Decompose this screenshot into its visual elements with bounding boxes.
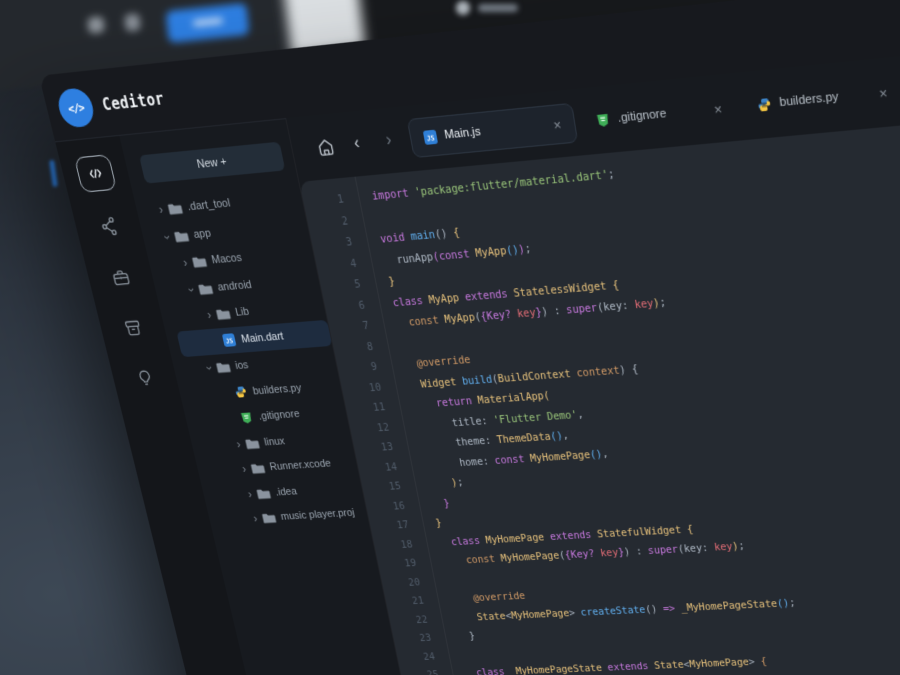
line-number: 21	[384, 592, 425, 612]
forward-button[interactable]: ›	[379, 130, 398, 151]
backdrop-text-blob	[478, 4, 518, 12]
line-number: 10	[340, 377, 383, 400]
git-file-icon	[595, 112, 610, 128]
back-button[interactable]: ‹	[347, 133, 366, 154]
code-text: }	[430, 631, 476, 644]
line-number: 18	[373, 535, 415, 556]
close-icon[interactable]: ×	[867, 84, 888, 103]
tree-item-label: Main.dart	[240, 330, 284, 345]
rail-item-code[interactable]	[74, 154, 117, 193]
indent-spacer	[227, 418, 239, 419]
line-number: 20	[380, 573, 421, 594]
git-branch-icon	[96, 214, 120, 237]
tree-item-label: Runner.xcode	[269, 458, 332, 473]
folder-icon	[214, 359, 232, 375]
folder-icon	[243, 436, 260, 451]
tree-item-label: ios	[234, 360, 249, 373]
folder-icon	[190, 254, 208, 270]
app-logo-icon: </>	[55, 87, 97, 129]
tab-label: Main.js	[443, 125, 481, 142]
code-icon	[83, 162, 108, 185]
rail-item-archive-box[interactable]	[114, 310, 152, 346]
line-number: 12	[348, 417, 391, 439]
tree-item-label: linux	[263, 435, 286, 448]
tree-item-label: .gitignore	[257, 408, 300, 422]
line-number: 25	[400, 666, 441, 675]
tree-item-label: builders.py	[252, 382, 303, 397]
tree-item-label: Lib	[234, 306, 250, 319]
rail-item-briefcase[interactable]	[101, 259, 140, 296]
editor-window: </> Ceditor New + ›.dart_tool›app›Macos›…	[39, 0, 900, 675]
folder-icon	[196, 280, 214, 296]
tree-item-label: android	[216, 279, 252, 294]
line-number: 16	[365, 496, 407, 518]
line-number: 24	[396, 647, 437, 667]
line-number: 9	[336, 357, 379, 380]
code-text: );	[400, 477, 465, 492]
python-file-icon	[232, 384, 250, 400]
js-file-icon: JS	[220, 332, 238, 348]
folder-icon	[254, 486, 271, 501]
tree-item-label: .dart_tool	[186, 197, 231, 213]
code-text: }	[403, 497, 450, 511]
line-number: 23	[392, 629, 433, 649]
line-number: 17	[369, 516, 411, 537]
screenshot-root: </> Ceditor New + ›.dart_tool›app›Macos›…	[0, 0, 900, 675]
home-button[interactable]	[309, 131, 342, 164]
tab-builders-py[interactable]: builders.py ×	[741, 70, 900, 126]
close-icon[interactable]: ×	[542, 116, 562, 134]
folder-icon	[214, 306, 232, 322]
indent-spacer	[221, 393, 234, 394]
rail-item-git-branch[interactable]	[89, 207, 128, 244]
app-title: Ceditor	[100, 89, 166, 115]
backdrop-avatar-blob	[456, 1, 470, 15]
tree-item-label: app	[192, 227, 212, 241]
lightbulb-icon	[133, 367, 156, 389]
line-number: 19	[377, 554, 418, 575]
js-file-icon: JS	[423, 129, 438, 144]
line-number: 15	[361, 477, 403, 499]
svg-text:JS: JS	[426, 133, 435, 142]
line-number: 13	[353, 437, 395, 459]
python-file-icon	[757, 96, 773, 112]
line-number: 8	[332, 336, 375, 359]
tree-item-label: music player.proj	[280, 507, 356, 522]
rail-item-lightbulb[interactable]	[126, 360, 164, 395]
folder-icon	[249, 461, 266, 476]
backdrop-icon-blob	[124, 13, 141, 31]
close-icon[interactable]: ×	[702, 100, 723, 119]
new-file-button[interactable]: New +	[139, 142, 285, 184]
logo-glyph: </>	[67, 100, 86, 115]
line-number: 22	[388, 610, 429, 630]
tab-label: builders.py	[779, 90, 840, 109]
tree-item-label: Macos	[210, 252, 243, 267]
line-number: 11	[344, 397, 387, 420]
folder-icon	[166, 200, 184, 217]
archive-box-icon	[121, 317, 145, 339]
line-number: 14	[357, 457, 399, 479]
home-icon	[314, 136, 336, 158]
folder-icon	[260, 511, 277, 526]
code-lines: 1import 'package:flutter/material.dart';…	[301, 121, 900, 675]
briefcase-icon	[109, 266, 133, 289]
folder-icon	[172, 228, 190, 245]
tab--gitignore[interactable]: .gitignore ×	[580, 87, 738, 142]
tree-item-label: .idea	[274, 486, 298, 499]
tab-label: .gitignore	[617, 107, 667, 125]
git-file-icon	[237, 410, 255, 425]
backdrop-icon-blob	[87, 16, 105, 34]
code-editor[interactable]: 1import 'package:flutter/material.dart';…	[299, 110, 900, 675]
tab-main-js[interactable]: JS Main.js ×	[407, 103, 579, 158]
indent-spacer	[209, 341, 222, 342]
